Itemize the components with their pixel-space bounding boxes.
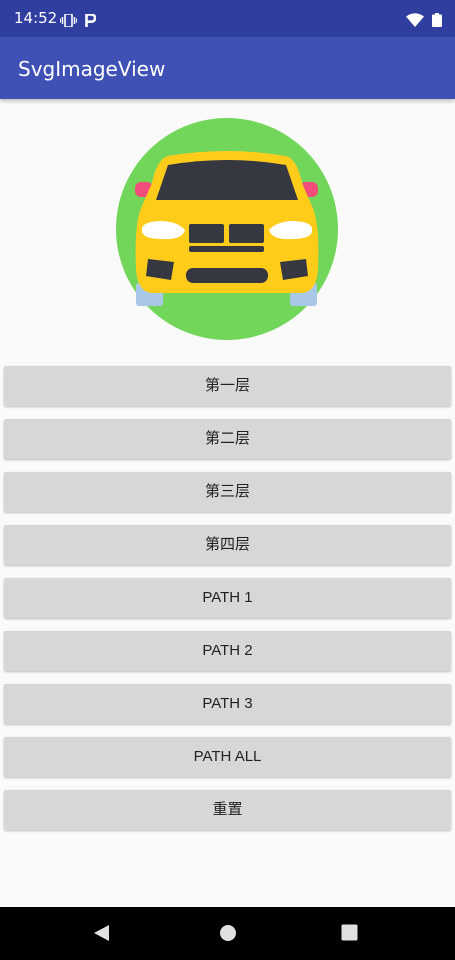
layer-3-button[interactable]: 第三层: [4, 472, 451, 512]
app-bar: SvgImageView: [0, 37, 455, 99]
back-icon[interactable]: [93, 924, 111, 946]
path-3-button[interactable]: PATH 3: [4, 684, 451, 724]
parking-icon: [85, 12, 97, 31]
car-icon: [116, 118, 338, 340]
battery-icon: [432, 12, 442, 31]
reset-button[interactable]: 重置: [4, 790, 451, 830]
status-icons-right: [406, 12, 442, 31]
recents-icon[interactable]: [341, 924, 358, 945]
layer-4-button[interactable]: 第四层: [4, 525, 451, 565]
status-time: 14:52: [14, 9, 58, 27]
app-title: SvgImageView: [18, 57, 166, 81]
navigation-bar: [0, 907, 455, 960]
path-1-button[interactable]: PATH 1: [4, 578, 451, 618]
path-all-button[interactable]: PATH ALL: [4, 737, 451, 777]
vibrate-icon: [60, 12, 77, 31]
layer-1-button[interactable]: 第一层: [4, 366, 451, 406]
path-2-button[interactable]: PATH 2: [4, 631, 451, 671]
status-icons-left: [60, 12, 97, 31]
wifi-icon: [406, 12, 424, 31]
home-icon[interactable]: [219, 924, 237, 946]
layer-2-button[interactable]: 第二层: [4, 419, 451, 459]
status-bar: 14:52: [0, 0, 455, 37]
car-image: [116, 118, 338, 340]
